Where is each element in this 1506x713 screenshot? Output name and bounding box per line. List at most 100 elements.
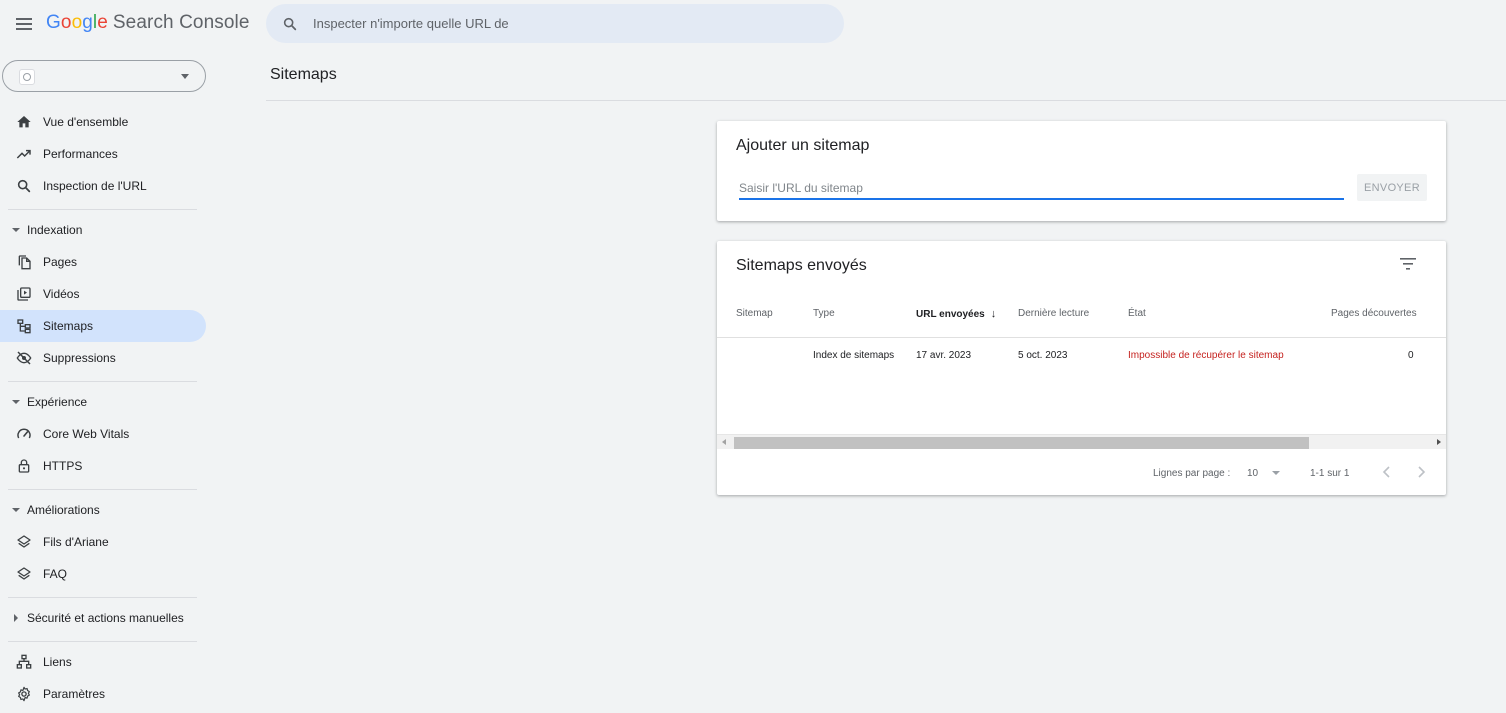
sidebar-item-breadcrumbs[interactable]: Fils d'Ariane (0, 526, 206, 558)
logo-letter: o (71, 12, 83, 33)
section-experience[interactable]: Expérience (0, 388, 206, 416)
sidebar-item-url-inspection[interactable]: Inspection de l'URL (0, 170, 206, 202)
app-logo[interactable]: Google Search Console (46, 12, 250, 34)
sidebar-item-overview[interactable]: Vue d'ensemble (0, 106, 206, 138)
pagination-range: 1-1 sur 1 (1310, 468, 1350, 479)
section-label: Indexation (27, 223, 83, 237)
layers-icon (17, 567, 31, 580)
caret-down-icon (12, 508, 20, 512)
scroll-left-icon[interactable] (722, 439, 726, 445)
chevron-down-icon[interactable] (1272, 471, 1280, 475)
logo-letter: e (97, 12, 108, 33)
filter-icon[interactable] (1400, 258, 1416, 270)
section-enhancements[interactable]: Améliorations (0, 496, 206, 524)
main-menu-button[interactable] (12, 12, 36, 36)
chevron-right-icon[interactable] (1414, 465, 1428, 479)
search-icon (17, 179, 31, 193)
sidebar-item-label: Core Web Vitals (43, 427, 130, 441)
sidebar-item-sitemaps[interactable]: Sitemaps (0, 310, 206, 342)
column-header-status[interactable]: État (1128, 308, 1146, 319)
cell-last-read: 5 oct. 2023 (1018, 350, 1068, 361)
home-icon (17, 116, 31, 128)
sidebar-divider (8, 381, 197, 382)
sidebar-item-label: Sitemaps (43, 319, 94, 333)
lock-icon (18, 459, 30, 473)
scrollbar-thumb[interactable] (734, 437, 1309, 449)
submitted-sitemaps-title: Sitemaps envoyés (736, 257, 867, 274)
caret-right-icon (14, 614, 18, 622)
sidebar-divider (8, 597, 197, 598)
sidebar-item-videos[interactable]: Vidéos (0, 278, 206, 310)
links-icon (16, 654, 32, 669)
chevron-left-icon[interactable] (1380, 465, 1394, 479)
sidebar-item-label: Liens (43, 655, 72, 669)
table-header-divider (717, 337, 1446, 338)
section-label: Améliorations (27, 503, 100, 517)
sidebar-item-core-web-vitals[interactable]: Core Web Vitals (0, 418, 206, 450)
pages-icon (18, 255, 31, 270)
section-label: Expérience (27, 395, 88, 409)
section-security[interactable]: Sécurité et actions manuelles (0, 604, 206, 632)
rows-per-page-label: Lignes par page : (1153, 468, 1231, 479)
trending-up-icon (16, 149, 31, 159)
column-header-urls-sent[interactable]: URL envoyées ↓ (916, 308, 996, 320)
menu-icon-bar (16, 18, 32, 20)
column-header-type[interactable]: Type (813, 308, 835, 319)
column-header-pages-found[interactable]: Pages découvertes (1331, 308, 1417, 319)
eye-off-icon (16, 351, 32, 365)
section-indexation[interactable]: Indexation (0, 216, 206, 244)
submit-sitemap-button[interactable]: ENVOYER (1357, 174, 1427, 201)
sitemap-icon (17, 319, 31, 334)
sidebar-item-label: Vidéos (43, 287, 80, 301)
cell-type: Index de sitemaps (813, 350, 895, 361)
rows-per-page-select[interactable]: 10 (1247, 468, 1258, 479)
property-selector[interactable] (2, 60, 206, 92)
sidebar-item-label: Fils d'Ariane (43, 535, 109, 549)
property-icon (19, 69, 35, 85)
header-divider (266, 100, 1506, 101)
logo-letter: g (82, 12, 93, 33)
sidebar-item-label: Pages (43, 255, 78, 269)
add-sitemap-card: Ajouter un sitemap ENVOYER (717, 121, 1446, 221)
submitted-sitemaps-card: Sitemaps envoyés Sitemap Type URL envoyé… (717, 241, 1446, 495)
sitemap-url-field[interactable] (739, 178, 1344, 200)
sidebar-divider (8, 489, 197, 490)
sidebar-item-https[interactable]: HTTPS (0, 450, 206, 482)
sidebar-divider (8, 641, 197, 642)
cell-status: Impossible de récupérer le sitemap (1128, 350, 1284, 361)
search-input[interactable] (313, 16, 813, 31)
horizontal-scrollbar[interactable] (717, 434, 1446, 449)
scroll-right-icon[interactable] (1437, 439, 1441, 445)
sidebar-item-settings[interactable]: Paramètres (0, 678, 206, 710)
sidebar-item-label: Vue d'ensemble (43, 115, 129, 129)
page-title: Sitemaps (270, 66, 337, 83)
gauge-icon (17, 428, 31, 439)
section-label: Sécurité et actions manuelles (27, 611, 184, 625)
sidebar-item-faq[interactable]: FAQ (0, 558, 206, 590)
column-header-last-read[interactable]: Dernière lecture (1018, 308, 1089, 319)
sidebar-item-performance[interactable]: Performances (0, 138, 206, 170)
caret-down-icon (12, 228, 20, 232)
sidebar-item-label: HTTPS (43, 459, 83, 473)
caret-down-icon (12, 400, 20, 404)
sidebar-item-pages[interactable]: Pages (0, 246, 206, 278)
add-sitemap-title: Ajouter un sitemap (736, 137, 870, 154)
chevron-down-icon (181, 74, 189, 79)
logo-letter: G (46, 12, 61, 33)
sitemap-url-input[interactable] (739, 178, 1344, 198)
column-header-sitemap[interactable]: Sitemap (736, 308, 773, 319)
sidebar-item-label: Inspection de l'URL (43, 179, 147, 193)
logo-letter: o (60, 12, 72, 33)
sidebar-item-label: Paramètres (43, 687, 106, 701)
layers-icon (17, 535, 31, 548)
sidebar-item-links[interactable]: Liens (0, 646, 206, 678)
gear-icon (18, 686, 30, 702)
sidebar-item-removals[interactable]: Suppressions (0, 342, 206, 374)
url-inspection-search[interactable] (266, 4, 844, 43)
menu-icon-bar (16, 28, 32, 30)
video-icon (17, 287, 31, 301)
column-header-label: URL envoyées (916, 309, 985, 320)
sidebar-item-label: Suppressions (43, 351, 116, 365)
sidebar-item-label: FAQ (43, 567, 68, 581)
sidebar-item-label: Performances (43, 147, 118, 161)
